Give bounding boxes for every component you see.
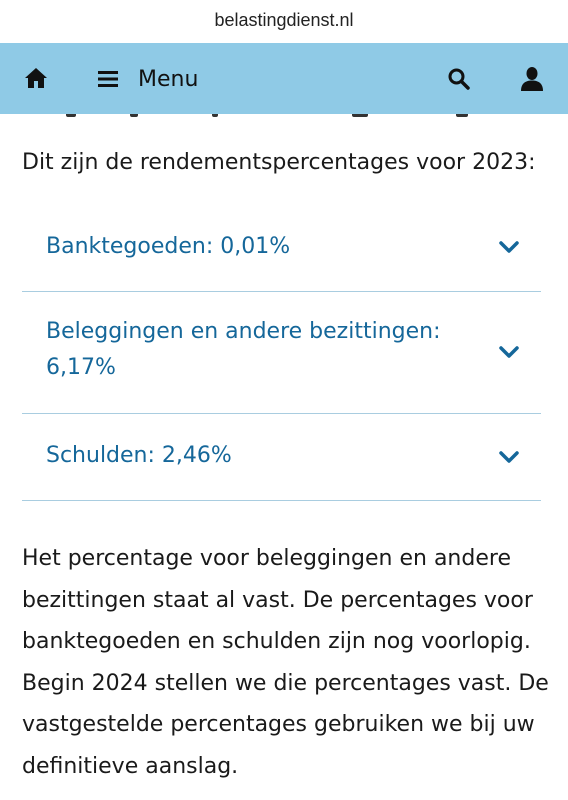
menu-label: Menu [138, 66, 199, 92]
accordion-label[interactable]: Schulden: 2,46% [22, 414, 466, 474]
percentages-accordion: Banktegoeden: 0,01% Beleggingen en ander… [22, 200, 541, 501]
explanation-paragraph: Het percentage voor beleggingen en ander… [22, 546, 549, 779]
chevron-down-icon[interactable] [499, 240, 519, 254]
intro-text: Dit zijn de rendementspercentages voor 2… [22, 150, 536, 175]
accordion-item-schulden[interactable]: Schulden: 2,46% [22, 414, 541, 501]
user-icon [521, 67, 543, 91]
top-navigation-bar: Menu [0, 43, 568, 114]
browser-address-bar[interactable]: belastingdienst.nl [0, 0, 568, 43]
accordion-label[interactable]: Beleggingen en andere bezittingen: 6,17% [22, 292, 466, 386]
accordion-item-beleggingen[interactable]: Beleggingen en andere bezittingen: 6,17% [22, 292, 541, 414]
chevron-down-icon[interactable] [499, 345, 519, 359]
menu-button[interactable]: Menu [98, 61, 198, 97]
home-icon [25, 68, 47, 88]
home-button[interactable] [24, 66, 48, 90]
accordion-item-banktegoeden[interactable]: Banktegoeden: 0,01% [22, 200, 541, 292]
user-button[interactable] [519, 66, 545, 92]
accordion-label[interactable]: Banktegoeden: 0,01% [22, 200, 466, 265]
chevron-down-icon[interactable] [499, 450, 519, 464]
browser-url[interactable]: belastingdienst.nl [214, 10, 353, 31]
clipped-text-line [0, 114, 568, 120]
search-button[interactable] [447, 67, 471, 91]
hamburger-icon [98, 71, 118, 87]
search-icon [448, 68, 470, 90]
